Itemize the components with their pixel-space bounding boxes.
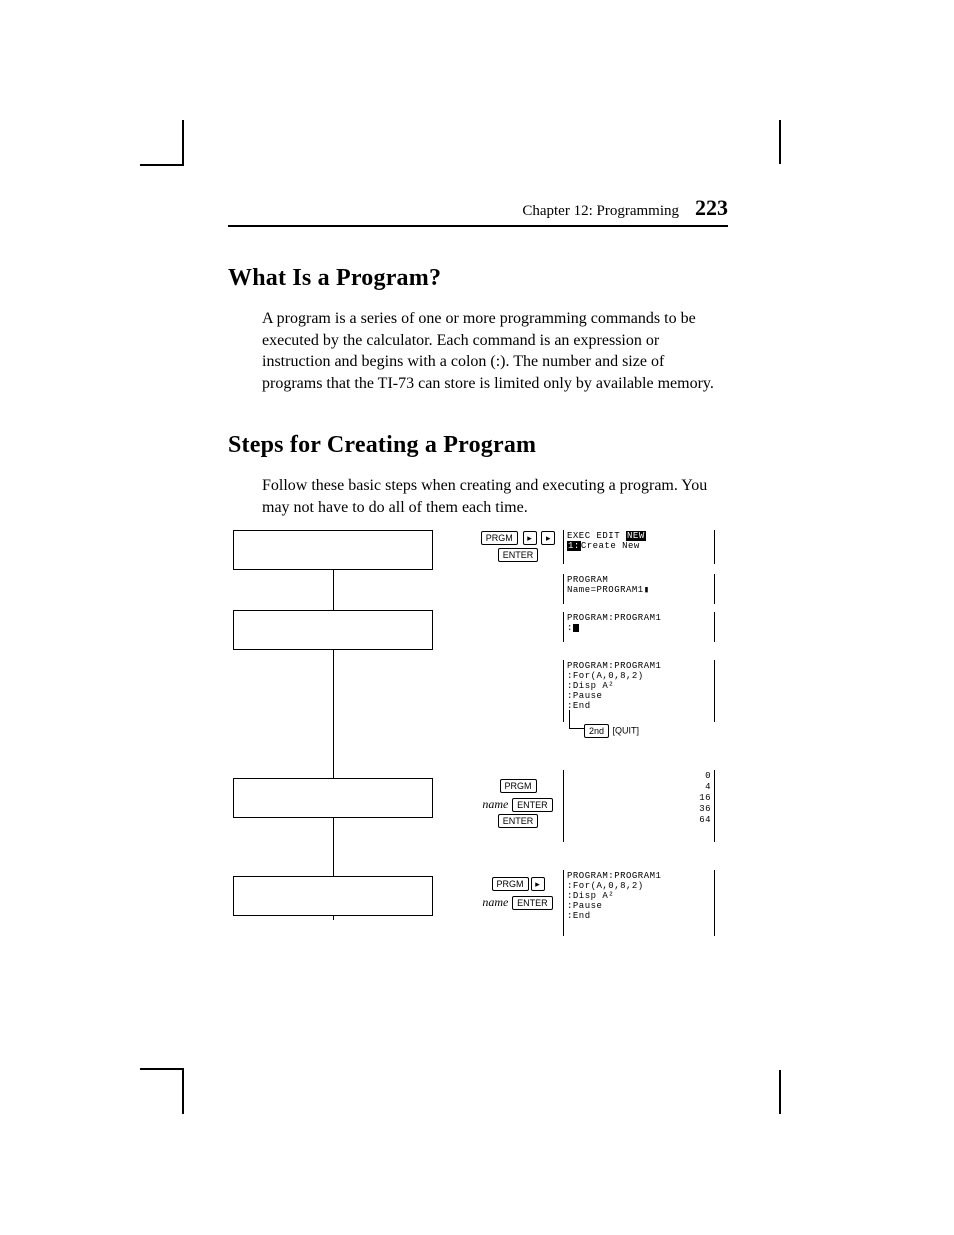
screen-text: PROGRAM:PROGRAM1 [567, 661, 661, 671]
chapter-label: Chapter 12: Programming [522, 203, 679, 220]
param-name: name [482, 895, 508, 909]
cropmark [182, 1070, 184, 1114]
screen-program-listing: PROGRAM:PROGRAM1 :For(A,0,8,2) :Disp A² … [563, 660, 715, 722]
screen-menu: EXEC EDIT NEW 1:Create New [563, 530, 715, 564]
page-number: 223 [695, 195, 728, 221]
output-line: 64 [699, 815, 711, 825]
screen-text: :For(A,0,8,2) [567, 881, 644, 891]
step-box-4 [233, 876, 433, 916]
step-box-2 [233, 610, 433, 650]
key-prgm: PRGM [500, 779, 537, 793]
output-line: 4 [705, 782, 711, 792]
key-quit: [QUIT] [613, 725, 640, 735]
cropmark [182, 120, 184, 164]
page: Chapter 12: Programming 223 What Is a Pr… [0, 0, 954, 1235]
screen-program-listing-2: PROGRAM:PROGRAM1 :For(A,0,8,2) :Disp A² … [563, 870, 715, 936]
section-steps-title: Steps for Creating a Program [228, 432, 728, 459]
step-box-3 [233, 778, 433, 818]
screen-text: PROGRAM [567, 575, 608, 585]
screen-text: :Pause [567, 901, 602, 911]
key-right-icon: ▸ [541, 531, 555, 545]
screen-text: EXEC EDIT [567, 531, 626, 541]
flow-connector [333, 550, 334, 920]
key-2nd: 2nd [584, 724, 609, 738]
screen-text: :Pause [567, 691, 602, 701]
keys-row-1: PRGM ▸ ▸ ENTER [463, 530, 573, 563]
screen-text: Name=PROGRAM1 [567, 585, 644, 595]
screen-text: :For(A,0,8,2) [567, 671, 644, 681]
keys-row-4: PRGM▸ name ENTER [463, 876, 573, 911]
section-what-is-body: A program is a series of one or more pro… [262, 308, 728, 394]
screen-text: Create New [581, 541, 640, 551]
section-steps-body: Follow these basic steps when creating a… [262, 475, 728, 518]
menu-new-highlight: NEW [626, 531, 646, 541]
step-box-1 [233, 530, 433, 570]
screen-text: :End [567, 911, 591, 921]
screen-text: :Disp A² [567, 891, 614, 901]
screen-text: PROGRAM:PROGRAM1 [567, 613, 661, 623]
screen-text: :Disp A² [567, 681, 614, 691]
keys-row-3: PRGM name ENTER ENTER [463, 778, 573, 830]
cropmark [140, 1068, 184, 1070]
content-region: Chapter 12: Programming 223 What Is a Pr… [228, 195, 728, 535]
quit-key-callout: 2nd [QUIT] [583, 724, 639, 738]
key-enter: ENTER [512, 798, 553, 812]
cropmark [140, 164, 184, 166]
screen-blank-editor: PROGRAM:PROGRAM1 : [563, 612, 715, 642]
key-enter: ENTER [512, 896, 553, 910]
key-prgm: PRGM [492, 877, 529, 891]
key-enter: ENTER [498, 548, 539, 562]
key-right-icon: ▸ [523, 531, 537, 545]
screen-text: PROGRAM:PROGRAM1 [567, 871, 661, 881]
output-line: 36 [699, 804, 711, 814]
output-line: 0 [705, 771, 711, 781]
cursor-icon [573, 624, 579, 632]
key-right-icon: ▸ [531, 877, 545, 891]
key-enter: ENTER [498, 814, 539, 828]
flow-column [233, 530, 433, 950]
section-what-is-title: What Is a Program? [228, 265, 728, 292]
screen-name-prompt: PROGRAM Name=PROGRAM1▮ [563, 574, 715, 604]
output-line: 16 [699, 793, 711, 803]
menu-index-highlight: 1: [567, 541, 581, 551]
param-name: name [482, 797, 508, 811]
cropmark [779, 120, 781, 164]
flow-diagram: PRGM ▸ ▸ ENTER PRGM name ENTER ENTER PRG [228, 530, 728, 950]
cropmark [779, 1070, 781, 1114]
screen-output: 0 4 16 36 64 [563, 770, 715, 842]
key-prgm: PRGM [481, 531, 518, 545]
running-head: Chapter 12: Programming 223 [228, 195, 728, 227]
